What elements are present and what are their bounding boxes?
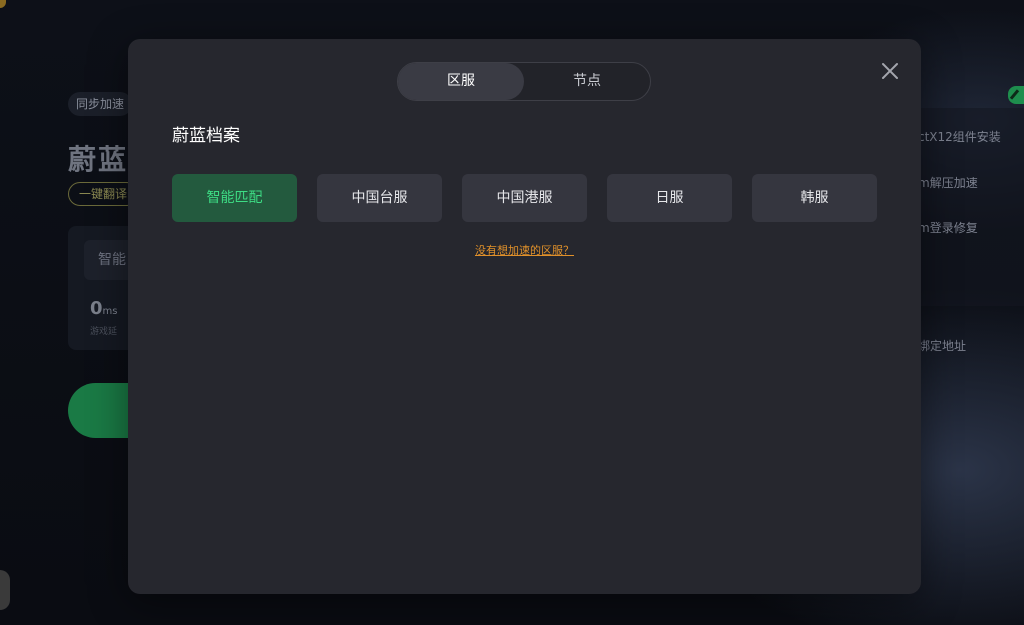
close-button[interactable] xyxy=(880,61,900,81)
region-list: 智能匹配 中国台服 中国港服 日服 韩服 xyxy=(172,174,877,222)
missing-region-link[interactable]: 没有想加速的区服？ xyxy=(475,244,574,257)
latency-caption: 游戏延 xyxy=(90,327,118,337)
latency-value: 0ms xyxy=(90,298,118,319)
missing-region-row: 没有想加速的区服？ xyxy=(128,242,921,258)
region-smart-match[interactable]: 智能匹配 xyxy=(172,174,297,222)
character-fragment xyxy=(0,570,10,610)
tool-item: m登录修复 xyxy=(918,221,978,235)
tool-item: m解压加速 xyxy=(918,176,978,190)
tab-switcher: 区服 节点 xyxy=(397,62,651,101)
tool-item: 绑定地址 xyxy=(918,339,967,353)
region-korea[interactable]: 韩服 xyxy=(752,174,877,222)
region-select-dialog: 区服 节点 蔚蓝档案 智能匹配 中国台服 中国港服 日服 韩服 没有想加速的区服… xyxy=(128,39,921,594)
tab-region[interactable]: 区服 xyxy=(398,63,524,100)
dialog-title: 蔚蓝档案 xyxy=(172,126,240,146)
tool-item: ctX12组件安装 xyxy=(918,130,1001,144)
tab-node[interactable]: 节点 xyxy=(524,63,650,100)
close-icon xyxy=(882,63,898,79)
sync-accel-tag: 同步加速 xyxy=(68,92,133,116)
pencil-icon xyxy=(1008,86,1024,104)
region-taiwan[interactable]: 中国台服 xyxy=(317,174,442,222)
game-title: 蔚蓝 xyxy=(68,143,129,176)
region-hongkong[interactable]: 中国港服 xyxy=(462,174,587,222)
region-japan[interactable]: 日服 xyxy=(607,174,732,222)
